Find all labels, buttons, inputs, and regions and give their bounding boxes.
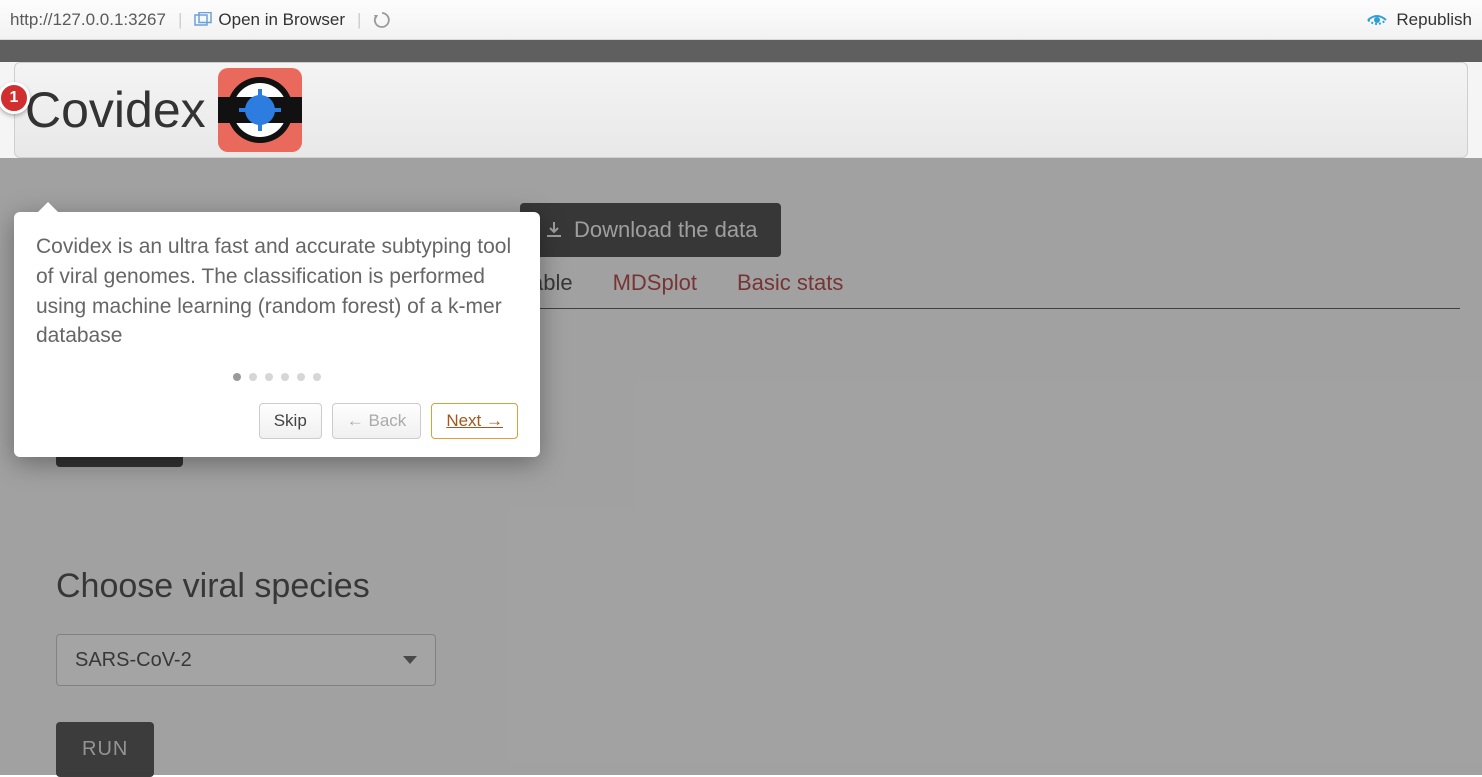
app-titlebar: Covidex (14, 62, 1468, 158)
refresh-button[interactable] (373, 11, 391, 29)
open-in-browser-button[interactable]: Open in Browser (194, 10, 345, 30)
tour-dot (313, 373, 321, 381)
republish-icon (1366, 12, 1388, 28)
republish-label: Republish (1396, 10, 1472, 30)
open-in-browser-label: Open in Browser (218, 10, 345, 30)
browser-toolbar: http://127.0.0.1:3267 | Open in Browser … (0, 0, 1482, 40)
tour-progress-dots (36, 373, 518, 381)
tour-popover: Covidex is an ultra fast and accurate su… (14, 212, 540, 457)
app-title: Covidex (25, 81, 206, 139)
republish-button[interactable]: Republish (1366, 10, 1472, 30)
tour-back-button[interactable]: ← Back (332, 403, 422, 439)
popout-icon (194, 12, 212, 28)
app-top-strip (0, 40, 1482, 62)
tour-body-text: Covidex is an ultra fast and accurate su… (36, 232, 518, 351)
toolbar-separator: | (357, 10, 361, 30)
tour-dot (233, 373, 241, 381)
toolbar-separator: | (178, 10, 182, 30)
tour-dot (265, 373, 273, 381)
tour-dot (297, 373, 305, 381)
tour-dot (249, 373, 257, 381)
tour-dot (281, 373, 289, 381)
app-logo (218, 68, 302, 152)
tour-skip-button[interactable]: Skip (259, 403, 322, 439)
tour-next-button[interactable]: Next → (431, 403, 518, 439)
url-display: http://127.0.0.1:3267 (10, 10, 166, 30)
